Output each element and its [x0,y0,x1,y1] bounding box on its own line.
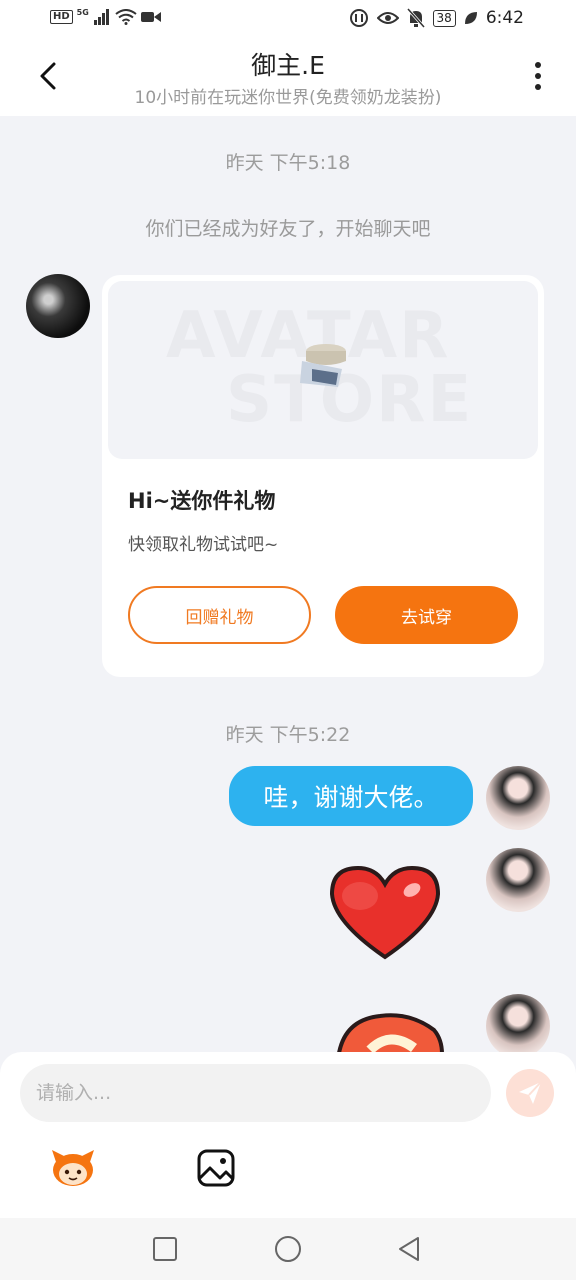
5g-indicator: 5G [76,7,89,17]
mute-bell-icon [406,8,425,28]
emoji-icon[interactable] [50,1148,96,1188]
recent-apps-button[interactable] [153,1237,177,1261]
page-title: 御主.E [251,51,325,80]
gift-description: 快领取礼物试试吧~ [128,535,279,555]
system-notice: 你们已经成为好友了，开始聊天吧 [145,218,431,240]
my-avatar[interactable] [486,994,550,1058]
gift-title: Hi~送你件礼物 [128,489,276,513]
my-avatar[interactable] [486,848,550,912]
hd-indicator: HD [50,10,73,24]
image-icon[interactable] [196,1148,236,1188]
nav-back-icon[interactable] [396,1236,422,1262]
try-on-button[interactable]: 去试穿 [335,586,518,644]
return-gift-button[interactable]: 回赠礼物 [128,586,311,644]
message-timestamp: 昨天 下午5:22 [225,724,351,746]
system-nav-bar [0,1218,576,1280]
nfc-icon [349,9,368,27]
gift-card[interactable]: AVATAR STORE Hi~送你件礼物 快领取礼物试试吧~ 回赠礼物 去试穿 [102,275,544,677]
my-message-bubble[interactable]: 哇，谢谢大佬。 [229,766,473,826]
message-input[interactable] [20,1064,491,1122]
gift-item-icon [300,344,346,387]
send-icon [519,1081,542,1104]
battery-indicator: 38 [432,9,456,27]
friend-avatar[interactable] [26,274,90,338]
more-options-icon[interactable] [528,60,548,94]
wifi-icon [115,9,137,25]
status-left: HD 5G [50,7,161,25]
signal-icon [93,9,109,25]
home-button[interactable] [275,1236,301,1262]
message-timestamp: 昨天 下午5:18 [225,152,351,174]
my-avatar[interactable] [486,766,550,830]
chat-header: 御主.E 10小时前在玩迷你世界(免费领奶龙装扮) [0,38,576,116]
leaf-icon [464,12,477,24]
heart-sticker[interactable] [326,862,444,962]
eye-icon [376,12,399,24]
send-button[interactable] [506,1069,554,1117]
video-icon [140,12,161,22]
status-bar: HD 5G 38 6:42 [0,0,576,38]
clock: 6:42 [485,8,524,28]
input-panel [0,1052,576,1218]
status-right: 38 6:42 [349,8,524,28]
presence-status: 10小时前在玩迷你世界(免费领奶龙装扮) [134,88,442,108]
gift-banner: AVATAR STORE [108,281,538,459]
